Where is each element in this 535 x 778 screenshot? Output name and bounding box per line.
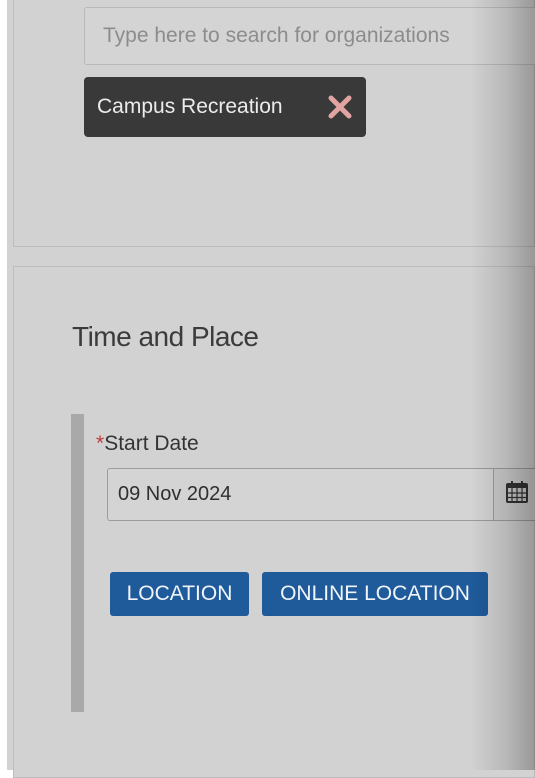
location-button[interactable]: LOCATION (110, 572, 249, 616)
start-date-label: *Start Date (96, 432, 199, 456)
organization-search-input[interactable] (84, 7, 535, 65)
calendar-icon (505, 480, 529, 509)
online-location-button[interactable]: ONLINE LOCATION (262, 572, 488, 616)
required-marker: * (96, 432, 105, 455)
start-date-label-text: Start Date (104, 432, 199, 455)
section-title: Time and Place (72, 321, 259, 352)
calendar-button[interactable] (493, 468, 535, 521)
section-accent-bar (71, 414, 84, 712)
start-date-input[interactable] (107, 468, 493, 521)
selected-organization-tag: Campus Recreation (84, 77, 366, 137)
tag-label: Campus Recreation (97, 95, 283, 118)
close-x-icon[interactable] (326, 93, 354, 121)
